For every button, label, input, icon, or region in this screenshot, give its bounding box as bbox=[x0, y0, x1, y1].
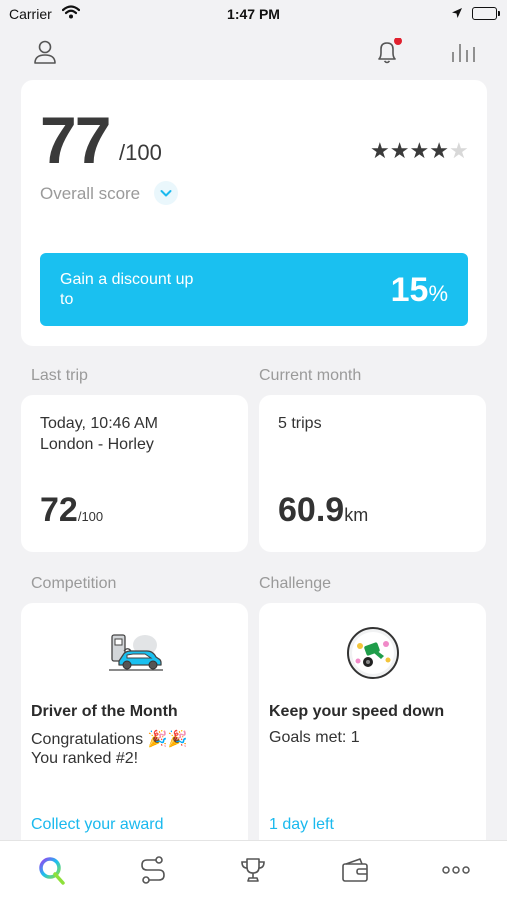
home-tab[interactable] bbox=[37, 855, 67, 885]
status-bar: Carrier 1:47 PM bbox=[0, 0, 507, 30]
star-rating: ★★★★★ bbox=[370, 138, 469, 164]
wallet-tab[interactable] bbox=[340, 855, 370, 885]
route-icon bbox=[141, 856, 165, 884]
chevron-down-icon[interactable] bbox=[154, 181, 178, 205]
challenge-label: Challenge bbox=[259, 575, 332, 592]
star-icon: ★ bbox=[409, 138, 430, 163]
overall-score-label: Overall score bbox=[40, 184, 141, 203]
speed-challenge-badge-icon bbox=[346, 626, 400, 685]
month-distance-unit: km bbox=[344, 505, 369, 525]
wallet-icon bbox=[342, 858, 368, 882]
competition-label: Competition bbox=[31, 575, 117, 592]
overall-score-value: 77 bbox=[40, 103, 111, 177]
more-tab[interactable] bbox=[441, 855, 471, 885]
last-trip-score: 72/100 bbox=[40, 491, 103, 530]
battery-icon bbox=[472, 7, 500, 20]
last-trip-date: Today, 10:46 AM bbox=[40, 415, 158, 432]
app-logo-icon bbox=[39, 857, 65, 885]
discount-banner[interactable]: Gain a discount up to 15% bbox=[40, 253, 468, 326]
last-trip-label: Last trip bbox=[31, 367, 88, 384]
star-icon: ★ bbox=[389, 138, 410, 163]
month-distance-value: 60.9 bbox=[278, 491, 345, 529]
discount-label: Gain a discount up to bbox=[60, 271, 194, 308]
discount-unit: % bbox=[428, 281, 448, 306]
competition-rank: You ranked #2! bbox=[31, 750, 139, 767]
challenge-title: Keep your speed down bbox=[269, 703, 445, 720]
overall-score-max: /100 bbox=[119, 140, 162, 165]
clock: 1:47 PM bbox=[227, 6, 280, 22]
current-month-card[interactable]: 5 trips 60.9km bbox=[259, 395, 486, 552]
challenge-time-left-link[interactable]: 1 day left bbox=[269, 816, 334, 834]
competition-congrats: Congratulations 🎉🎉 bbox=[31, 731, 188, 748]
month-distance: 60.9km bbox=[278, 491, 368, 530]
star-icon: ★ bbox=[370, 138, 390, 163]
car-charging-icon bbox=[109, 631, 163, 678]
competitions-tab[interactable] bbox=[238, 855, 268, 885]
challenge-goals: Goals met: 1 bbox=[269, 729, 360, 746]
star-icon: ★ bbox=[429, 138, 449, 163]
competition-title: Driver of the Month bbox=[31, 703, 178, 720]
last-trip-route: London - Horley bbox=[40, 436, 154, 453]
discount-number: 15 bbox=[390, 271, 429, 309]
collect-award-link[interactable]: Collect your award bbox=[31, 816, 164, 834]
last-trip-card[interactable]: Today, 10:46 AM London - Horley 72/100 bbox=[21, 395, 248, 552]
unread-badge bbox=[394, 37, 402, 45]
notification-bell-icon[interactable] bbox=[373, 37, 402, 66]
profile-icon[interactable] bbox=[31, 38, 59, 66]
discount-value: 15% bbox=[391, 271, 448, 310]
last-trip-score-value: 72 bbox=[40, 491, 78, 529]
top-bar bbox=[0, 30, 507, 76]
trophy-icon bbox=[241, 858, 265, 882]
challenge-card[interactable]: Keep your speed down Goals met: 1 1 day … bbox=[259, 603, 486, 853]
stats-chart-icon[interactable] bbox=[450, 38, 478, 66]
overall-score-card[interactable]: 77 /100 ★★★★★ Overall score Gain a disco… bbox=[21, 80, 487, 346]
star-empty-icon: ★ bbox=[448, 138, 469, 163]
trips-tab[interactable] bbox=[138, 855, 168, 885]
location-arrow-icon bbox=[451, 6, 463, 22]
bottom-tab-bar bbox=[0, 840, 507, 900]
more-dots-icon bbox=[442, 866, 470, 874]
competition-card[interactable]: Driver of the Month Congratulations 🎉🎉 Y… bbox=[21, 603, 248, 853]
current-month-label: Current month bbox=[259, 367, 362, 384]
month-trip-count: 5 trips bbox=[278, 415, 322, 432]
last-trip-score-unit: /100 bbox=[77, 509, 104, 524]
